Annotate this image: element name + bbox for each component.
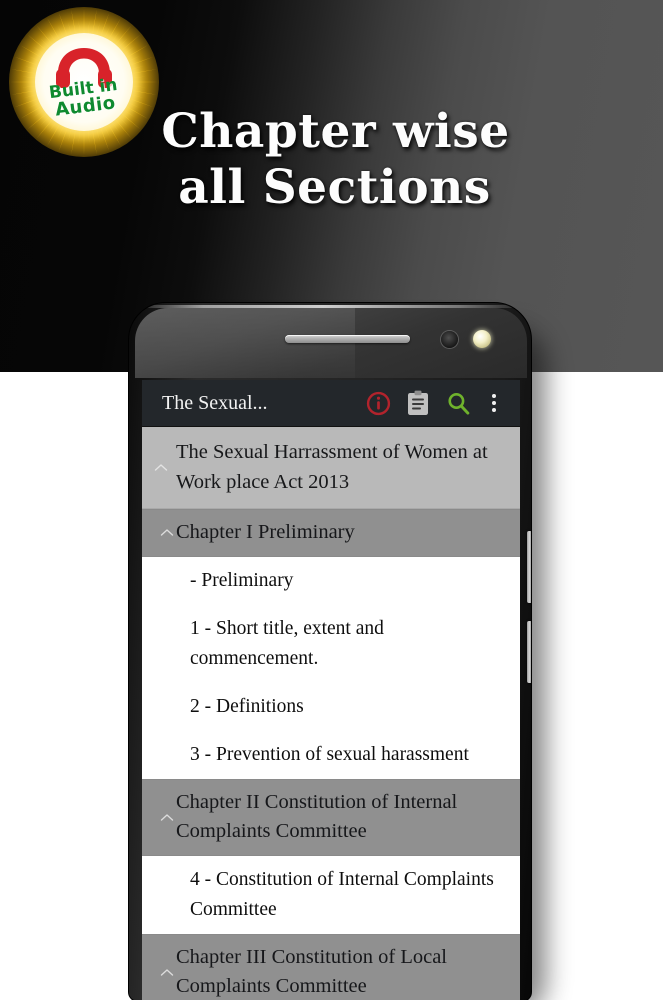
- list-item-chapter[interactable]: Chapter II Constitution of Internal Comp…: [142, 779, 520, 856]
- built-in-audio-badge: Built in Audio: [8, 6, 160, 158]
- magnifier-icon: [447, 392, 469, 415]
- sensor-dot: [473, 330, 491, 348]
- list-item-chapter[interactable]: Chapter I Preliminary: [142, 509, 520, 557]
- chevron-up-icon: [160, 968, 174, 978]
- badge-text: Built in Audio: [48, 75, 120, 121]
- list-item-label: 4 - Constitution of Internal Complaints …: [190, 869, 494, 920]
- list-item-section[interactable]: 1 - Short title, extent and commencement…: [142, 605, 520, 683]
- clipboard-notes-icon: [408, 390, 428, 415]
- list-item-label: 1 - Short title, extent and commencement…: [190, 618, 384, 669]
- list-item-label: 3 - Prevention of sexual harassment: [190, 744, 469, 765]
- power-button[interactable]: [527, 621, 531, 683]
- speaker-grille: [285, 335, 410, 343]
- bezel-sheen: [135, 308, 355, 378]
- chevron-up-icon: [160, 528, 174, 538]
- list-item-chapter[interactable]: Chapter III Constitution of Local Compla…: [142, 934, 520, 1000]
- phone-mockup: The Sexual... The Sexual Harrassment of …: [128, 302, 532, 1000]
- list-item-label: - Preliminary: [190, 570, 294, 591]
- front-camera-icon: [441, 331, 458, 348]
- list-item-section[interactable]: - Preliminary: [142, 557, 520, 605]
- volume-rocker-button[interactable]: [527, 531, 531, 603]
- list-item-label: The Sexual Harrassment of Women at Work …: [176, 441, 488, 493]
- info-icon[interactable]: [358, 383, 398, 423]
- phone-top-bezel: [135, 308, 527, 378]
- app-title: The Sexual...: [162, 391, 268, 414]
- chevron-up-icon: [160, 813, 174, 823]
- phone-screen: The Sexual... The Sexual Harrassment of …: [142, 380, 520, 1000]
- overflow-menu-icon[interactable]: [478, 383, 510, 423]
- clipboard-icon[interactable]: [398, 383, 438, 423]
- list-item-label: 2 - Definitions: [190, 696, 304, 717]
- list-item-root[interactable]: The Sexual Harrassment of Women at Work …: [142, 427, 520, 509]
- list-item-section[interactable]: 3 - Prevention of sexual harassment: [142, 731, 520, 779]
- search-icon[interactable]: [438, 383, 478, 423]
- list-item-section[interactable]: 4 - Constitution of Internal Complaints …: [142, 856, 520, 934]
- list-item-label: Chapter III Constitution of Local Compla…: [176, 946, 447, 997]
- chevron-up-icon: [154, 463, 168, 473]
- chapter-section-list[interactable]: The Sexual Harrassment of Women at Work …: [142, 427, 520, 1000]
- list-item-label: Chapter I Preliminary: [176, 521, 355, 543]
- three-dots-icon: [492, 394, 496, 412]
- info-circle-icon: [366, 391, 390, 415]
- list-item-section[interactable]: 2 - Definitions: [142, 683, 520, 731]
- app-action-bar: The Sexual...: [142, 380, 520, 427]
- phone-body: The Sexual... The Sexual Harrassment of …: [128, 302, 532, 1000]
- list-item-label: Chapter II Constitution of Internal Comp…: [176, 791, 458, 842]
